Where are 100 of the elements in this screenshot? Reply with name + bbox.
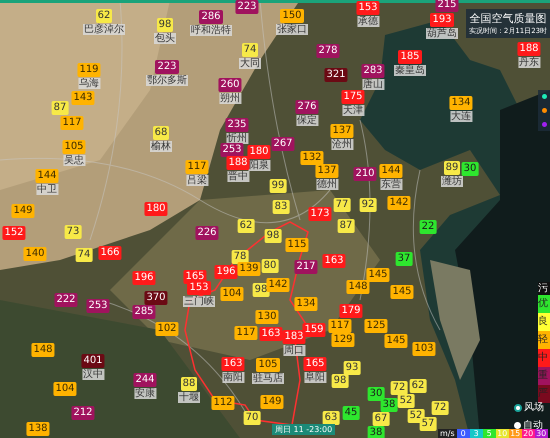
aqi-marker[interactable]: 175 (341, 90, 365, 104)
aqi-marker[interactable]: 165 (303, 357, 327, 371)
aqi-marker[interactable]: 104 (220, 287, 244, 301)
aqi-marker[interactable]: 74 (242, 43, 258, 57)
aqi-marker[interactable]: 92 (360, 198, 376, 212)
aqi-marker[interactable]: 159 (302, 323, 326, 337)
aqi-marker[interactable]: 30 (368, 387, 384, 401)
aqi-marker[interactable]: 139 (237, 262, 261, 276)
aqi-marker[interactable]: 99 (270, 179, 286, 193)
aqi-marker[interactable]: 62 (96, 9, 112, 23)
aqi-marker[interactable]: 125 (364, 319, 388, 333)
aqi-marker[interactable]: 138 (26, 422, 50, 436)
aqi-marker[interactable]: 150 (280, 9, 304, 23)
aqi-marker[interactable]: 145 (384, 334, 408, 348)
aqi-marker[interactable]: 196 (214, 265, 238, 279)
aqi-marker[interactable]: 57 (420, 417, 436, 431)
aqi-marker[interactable]: 37 (396, 252, 412, 266)
aqi-marker[interactable]: 72 (432, 401, 448, 415)
aqi-marker[interactable]: 144 (379, 164, 403, 178)
aqi-marker[interactable]: 163 (221, 357, 245, 371)
aqi-marker[interactable]: 149 (260, 395, 284, 409)
aqi-marker[interactable]: 152 (2, 226, 26, 240)
aqi-marker[interactable]: 88 (180, 377, 198, 391)
aqi-marker[interactable]: 253 (86, 299, 110, 313)
aqi-marker[interactable]: 180 (144, 202, 168, 216)
aqi-marker[interactable]: 267 (271, 137, 295, 151)
aqi-marker[interactable]: 117 (328, 319, 352, 333)
aqi-marker[interactable]: 117 (234, 326, 258, 340)
aqi-marker[interactable]: 62 (410, 379, 426, 393)
aqi-marker[interactable]: 87 (52, 101, 68, 115)
aqi-marker[interactable]: 223 (155, 60, 179, 74)
aqi-marker[interactable]: 148 (31, 343, 55, 357)
aqi-marker[interactable]: 183 (282, 330, 306, 344)
aqi-marker[interactable]: 87 (338, 219, 354, 233)
aqi-marker[interactable]: 226 (195, 226, 219, 240)
aqi-marker[interactable]: 77 (334, 198, 350, 212)
aqi-marker[interactable]: 179 (339, 304, 363, 318)
aqi-marker[interactable]: 166 (98, 246, 122, 260)
aqi-marker[interactable]: 153 (356, 1, 380, 15)
aqi-marker[interactable]: 102 (155, 322, 179, 336)
aqi-marker[interactable]: 129 (331, 333, 355, 347)
aqi-marker[interactable]: 253 (220, 143, 244, 157)
aqi-marker[interactable]: 137 (330, 124, 354, 138)
aqi-marker[interactable]: 163 (322, 254, 346, 268)
aqi-marker[interactable]: 276 (295, 100, 319, 114)
aqi-marker[interactable]: 30 (462, 162, 478, 176)
aqi-marker[interactable]: 52 (398, 394, 414, 408)
aqi-marker[interactable]: 217 (294, 260, 318, 274)
aqi-marker[interactable]: 130 (255, 310, 279, 324)
aqi-marker[interactable]: 98 (264, 229, 282, 243)
aqi-marker[interactable]: 105 (256, 358, 280, 372)
aqi-marker[interactable]: 78 (232, 250, 248, 264)
aqi-marker[interactable]: 163 (259, 327, 283, 341)
aqi-marker[interactable]: 98 (156, 18, 174, 32)
aqi-marker[interactable]: 235 (225, 118, 249, 132)
aqi-marker[interactable]: 93 (344, 361, 360, 375)
aqi-marker[interactable]: 185 (398, 50, 422, 64)
aqi-marker[interactable]: 137 (315, 164, 339, 178)
aqi-marker[interactable]: 145 (390, 285, 414, 299)
aqi-marker[interactable]: 22 (420, 220, 436, 234)
aqi-marker[interactable]: 112 (211, 396, 235, 410)
aqi-marker[interactable]: 188 (226, 156, 250, 170)
aqi-marker[interactable]: 223 (235, 0, 259, 14)
aqi-marker[interactable]: 70 (244, 411, 260, 425)
aqi-marker[interactable]: 134 (449, 96, 473, 110)
aqi-marker[interactable]: 67 (372, 412, 390, 426)
aqi-marker[interactable]: 89 (444, 161, 460, 175)
aqi-marker[interactable]: 285 (132, 305, 156, 319)
aqi-marker[interactable]: 143 (71, 91, 95, 105)
aqi-marker[interactable]: 80 (262, 259, 278, 273)
aqi-marker[interactable]: 62 (238, 219, 254, 233)
aqi-marker[interactable]: 72 (390, 381, 408, 395)
aqi-marker[interactable]: 115 (285, 238, 309, 252)
aqi-marker[interactable]: 98 (332, 374, 348, 388)
aqi-marker[interactable]: 370 (144, 291, 168, 305)
aqi-marker[interactable]: 286 (199, 10, 223, 24)
aqi-marker[interactable]: 144 (35, 169, 59, 183)
aqi-marker[interactable]: 148 (346, 280, 370, 294)
aqi-marker[interactable]: 74 (76, 248, 92, 262)
aqi-marker[interactable]: 188 (517, 42, 541, 56)
aqi-marker[interactable]: 83 (272, 200, 290, 214)
time-badge[interactable]: 周日 11 -23:00 (272, 424, 336, 435)
aqi-marker[interactable]: 210 (353, 167, 377, 181)
aqi-marker[interactable]: 104 (53, 382, 77, 396)
aqi-marker[interactable]: 244 (133, 373, 157, 387)
aqi-marker[interactable]: 45 (342, 406, 360, 420)
aqi-marker[interactable]: 153 (187, 281, 211, 295)
aqi-marker[interactable]: 117 (60, 116, 84, 130)
aqi-marker[interactable]: 73 (64, 225, 82, 239)
aqi-marker[interactable]: 283 (361, 64, 385, 78)
aqi-marker[interactable]: 68 (152, 126, 170, 140)
aqi-marker[interactable]: 145 (366, 268, 390, 282)
aqi-marker[interactable]: 260 (218, 78, 242, 92)
aqi-marker[interactable]: 278 (316, 44, 340, 58)
aqi-marker[interactable]: 38 (380, 398, 398, 412)
aqi-marker[interactable]: 103 (412, 342, 436, 356)
aqi-marker[interactable]: 401 (81, 354, 105, 368)
aqi-marker[interactable]: 180 (247, 145, 271, 159)
aqi-marker[interactable]: 132 (300, 151, 324, 165)
aqi-marker[interactable]: 149 (11, 204, 35, 218)
